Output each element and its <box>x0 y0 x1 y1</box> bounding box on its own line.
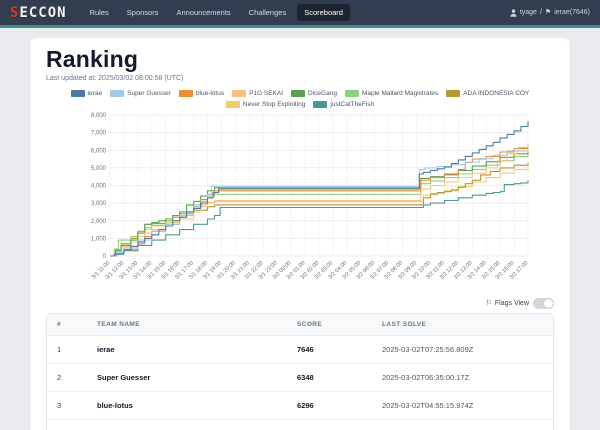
ranking-table-container: # TEAM NAME SCORE LAST SOLVE 1 ierae 7646 2025… <box>46 313 554 430</box>
nav-user-name: tyage <box>519 9 537 16</box>
legend-swatch <box>344 90 359 97</box>
y-tick-label: 0 <box>103 254 107 260</box>
page-title: Ranking <box>46 46 139 72</box>
y-tick-label: 1,000 <box>91 236 107 242</box>
legend-label: ierae <box>87 90 103 97</box>
cell-team: P1G SEKAI <box>87 419 287 430</box>
legend-swatch <box>446 90 461 97</box>
legend-item[interactable]: DiceGang <box>291 90 337 97</box>
seccon-logo[interactable]: SECCON <box>10 6 67 20</box>
flags-view-row: ⚐ Flags View <box>46 298 554 309</box>
legend-swatch <box>70 90 85 97</box>
legend-item[interactable]: blue-lotus <box>178 90 225 97</box>
legend-label: Super Guesser <box>127 90 171 97</box>
nav-item-scoreboard[interactable]: Scoreboard <box>297 4 350 21</box>
legend-item[interactable]: ADA INDONESIA COY <box>446 90 529 97</box>
legend-swatch <box>232 90 247 97</box>
nav-item-announcements[interactable]: Announcements <box>169 4 237 21</box>
score-chart: 3/1 11:00 3/1 12:00 3/1 13:00 3/1 14:00 3/1 … <box>46 110 554 296</box>
nav-menu: Rules Sponsors Announcements Challenges Scor… <box>83 4 350 21</box>
cell-rank: 3 <box>47 391 87 420</box>
column-header: LAST SOLVE <box>372 314 553 336</box>
toggle-knob <box>544 299 553 308</box>
score-chart-svg: 3/1 11:003/1 12:003/1 13:003/1 14:003/1 … <box>91 113 529 281</box>
cell-team: blue-lotus <box>87 391 287 420</box>
nav-item-rules[interactable]: Rules <box>83 4 116 21</box>
logo-rest: ECCON <box>19 4 67 21</box>
y-tick-label: 7,000 <box>91 131 107 137</box>
legend-item[interactable]: Never Stop Exploiting <box>225 101 306 108</box>
user-icon <box>510 8 517 17</box>
y-tick-label: 3,000 <box>91 201 107 207</box>
legend-label: blue-lotus <box>195 90 225 97</box>
nav-user-team: ierae(7646) <box>554 9 590 16</box>
team-flag-icon: ⚑ <box>544 9 552 16</box>
legend-swatch <box>110 90 125 97</box>
ranking-table: # TEAM NAME SCORE LAST SOLVE 1 ierae 7646 2025… <box>47 314 553 430</box>
chart-legend: ierae Super Guesser blue-lotus P1G SEKAI Dic… <box>46 90 554 108</box>
legend-item[interactable]: P1G SEKAI <box>232 90 283 97</box>
nav-user-divider: / <box>539 9 542 16</box>
cell-score: 6046 <box>287 419 372 430</box>
cell-solve: 2025-03-02T07:25:56.809Z <box>372 335 553 364</box>
cell-team: ierae <box>87 335 287 364</box>
table-row[interactable]: 2 Super Guesser 6348 2025-03-02T06:35:00.17… <box>47 363 553 392</box>
y-tick-label: 4,000 <box>91 184 107 190</box>
cell-score: 6296 <box>287 391 372 420</box>
legend-item[interactable]: Super Guesser <box>110 90 171 97</box>
legend-swatch <box>291 90 306 97</box>
y-tick-label: 6,000 <box>91 148 107 154</box>
legend-label: ADA INDONESIA COY <box>463 90 530 97</box>
y-tick-label: 5,000 <box>91 166 107 172</box>
legend-label: Never Stop Exploiting <box>242 101 306 108</box>
legend-swatch <box>225 101 240 108</box>
cell-rank: 1 <box>47 335 87 364</box>
legend-label: Maple Mallard Magistrates <box>361 90 439 97</box>
cell-rank: 2 <box>47 363 87 392</box>
table-row[interactable]: 4P1G SEKAI60462025-03-02T07:42:58.308Z <box>47 419 553 430</box>
flag-outline-icon: ⚐ <box>485 300 492 307</box>
nav-item-sponsors[interactable]: Sponsors <box>120 4 166 21</box>
cell-score: 7646 <box>287 335 372 364</box>
legend-item[interactable]: Maple Mallard Magistrates <box>344 90 439 97</box>
column-header: SCORE <box>287 314 372 336</box>
nav-item-challenges[interactable]: Challenges <box>242 4 294 21</box>
nav-user[interactable]: tyage / ⚑ ierae(7646) <box>510 8 590 17</box>
flags-view-toggle[interactable] <box>533 298 554 309</box>
table-header-row: # TEAM NAME SCORE LAST SOLVE <box>47 314 553 336</box>
y-tick-label: 8,000 <box>91 113 107 119</box>
content-card: Ranking Last updated at: 2025/03/02 08:0… <box>30 38 570 430</box>
column-header: # <box>47 314 87 336</box>
legend-swatch <box>313 101 328 108</box>
top-nav: SECCON Rules Sponsors Announcements Challen… <box>0 0 600 25</box>
table-body: 1 ierae 7646 2025-03-02T07:25:56.809Z 2 Super… <box>47 335 553 430</box>
cell-score: 6348 <box>287 363 372 392</box>
table-row[interactable]: 3 blue-lotus 6296 2025-03-02T04:55:15.974Z <box>47 391 553 420</box>
table-row[interactable]: 1 ierae 7646 2025-03-02T07:25:56.809Z <box>47 335 553 364</box>
main-area: Ranking Last updated at: 2025/03/02 08:0… <box>0 28 600 430</box>
y-tick-label: 2,000 <box>91 219 107 225</box>
cell-solve: 2025-03-02T07:42:58.308Z <box>372 419 553 430</box>
column-header: TEAM NAME <box>87 314 287 336</box>
cell-team: Super Guesser <box>87 363 287 392</box>
flags-view-label: ⚐ Flags View <box>485 300 529 307</box>
legend-item[interactable]: ierae <box>70 90 103 97</box>
legend-swatch <box>178 90 193 97</box>
legend-label: P1G SEKAI <box>249 90 284 97</box>
cell-solve: 2025-03-02T04:55:15.974Z <box>372 391 553 420</box>
legend-item[interactable]: justCatTheFish <box>313 101 374 108</box>
cell-solve: 2025-03-02T06:35:00.17Z <box>372 363 553 392</box>
cell-rank: 4 <box>47 419 87 430</box>
last-updated-text: Last updated at: 2025/03/02 08:00:58 (UT… <box>46 75 184 82</box>
legend-label: justCatTheFish <box>330 101 375 108</box>
legend-label: DiceGang <box>308 90 337 97</box>
